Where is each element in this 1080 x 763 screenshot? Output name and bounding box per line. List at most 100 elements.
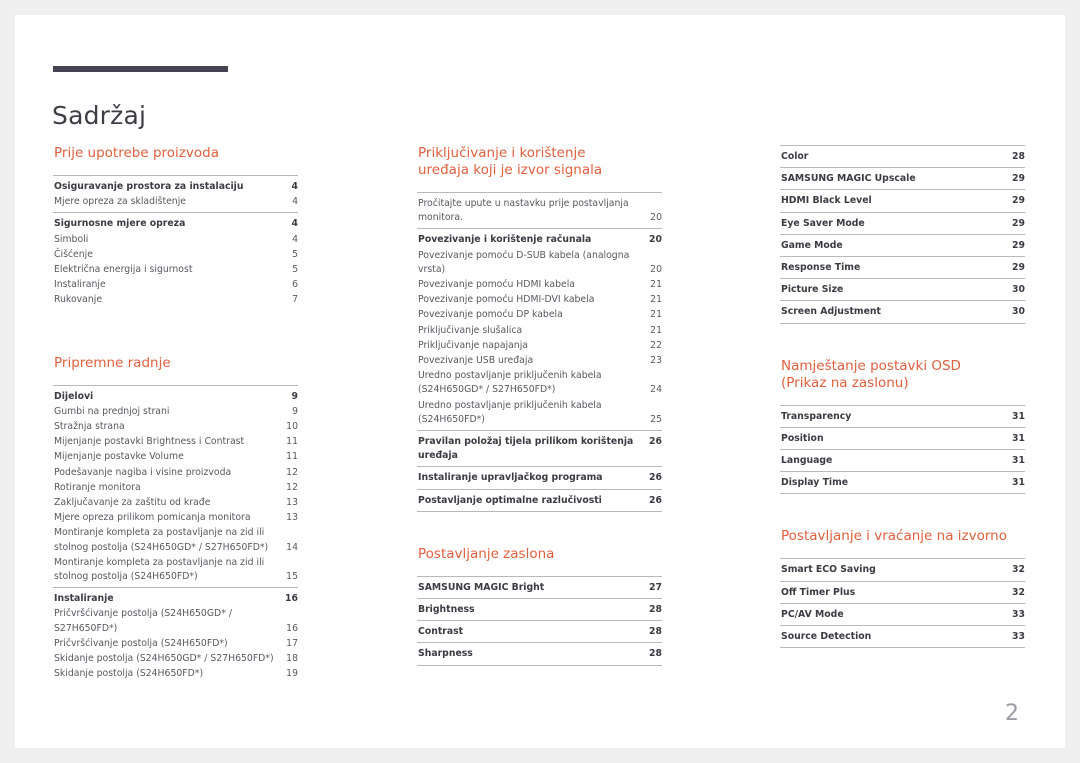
section-heading: Pripremne radnje — [54, 354, 171, 371]
toc-entry[interactable]: Pročitajte upute u nastavku prije postav… — [417, 196, 662, 225]
toc-entry[interactable]: SAMSUNG MAGIC Bright 27 — [417, 580, 662, 595]
toc-entry-page: 10 — [286, 421, 298, 433]
toc-entry[interactable]: Mjere opreza prilikom pomicanja monitora… — [53, 510, 298, 525]
toc-entry-page: 31 — [1012, 477, 1025, 489]
toc-entry[interactable]: Postavljanje optimalne razlučivosti 26 — [417, 493, 662, 508]
toc-entry[interactable]: Povezivanje pomoću D-SUB kabela (analogn… — [417, 248, 662, 277]
toc-entry[interactable]: Source Detection 33 — [780, 629, 1025, 644]
toc-entry[interactable]: Off Timer Plus 32 — [780, 585, 1025, 600]
toc-entry[interactable]: Instaliranje 6 — [53, 277, 298, 292]
toc-entry[interactable]: Električna energija i sigurnost 5 — [53, 262, 298, 277]
toc-entry-page: 6 — [292, 279, 298, 291]
toc-entry[interactable]: Mjere opreza za skladištenje 4 — [53, 194, 298, 209]
toc-entry[interactable]: Dijelovi 9 — [53, 389, 298, 404]
toc-entry[interactable]: Stražnja strana 10 — [53, 419, 298, 434]
toc-entry[interactable]: SAMSUNG MAGIC Upscale 29 — [780, 171, 1025, 186]
toc-entry-label: Transparency — [781, 410, 852, 422]
toc-group: Osiguravanje prostora za instalaciju 4 Mje… — [53, 175, 298, 212]
toc-entry-page: 5 — [292, 248, 298, 260]
toc-entry-label: Zaključavanje za zaštitu od krađe — [54, 497, 211, 509]
toc-entry[interactable]: Priključivanje slušalica 21 — [417, 323, 662, 338]
toc-entry[interactable]: Povezivanje i korištenje računala 20 — [417, 232, 662, 247]
toc-entry[interactable]: Pričvršćivanje postolja (S24H650GD* / S2… — [53, 606, 298, 635]
toc-entry[interactable]: Skidanje postolja (S24H650GD* / S27H650F… — [53, 651, 298, 666]
toc-entry-page: 21 — [650, 279, 662, 291]
toc-entry[interactable]: PC/AV Mode 33 — [780, 607, 1025, 622]
toc-entry-page: 26 — [649, 472, 662, 484]
toc-entry-page: 30 — [1012, 284, 1025, 296]
toc-group: Pročitajte upute u nastavku prije postav… — [417, 192, 662, 228]
toc-entry-page: 31 — [1012, 455, 1025, 467]
toc-entry-page: 26 — [649, 436, 662, 448]
toc-entry[interactable]: Eye Saver Mode 29 — [780, 216, 1025, 231]
toc-entry-label: Priključivanje slušalica — [418, 324, 523, 336]
toc-entry[interactable]: Position 31 — [780, 431, 1025, 446]
toc-entry-label: Povezivanje USB uređaja — [418, 355, 534, 367]
toc-entry[interactable]: Picture Size 30 — [780, 282, 1025, 297]
toc-entry[interactable]: Rukovanje 7 — [53, 292, 298, 307]
toc-entry[interactable]: Skidanje postolja (S24H650FD*) 19 — [53, 666, 298, 681]
toc-entry-page: 4 — [291, 218, 298, 230]
toc-entry[interactable]: Povezivanje pomoću HDMI-DVI kabela 21 — [417, 292, 662, 307]
toc-entry-page: 23 — [650, 355, 662, 367]
toc-entry-label: Off Timer Plus — [781, 586, 856, 598]
toc-group: Position 31 — [780, 426, 1025, 449]
toc-group: Sharpness 28 — [417, 642, 662, 666]
toc-entry[interactable]: HDMI Black Level 29 — [780, 193, 1025, 208]
toc-group: Color 28 — [780, 145, 1025, 167]
toc-entry-label: Povezivanje pomoću DP kabela — [418, 309, 563, 321]
toc-entry-page: 29 — [1012, 262, 1025, 274]
toc-entry[interactable]: Smart ECO Saving 32 — [780, 562, 1025, 577]
toc-entry[interactable]: Mijenjanje postavki Brightness i Contras… — [53, 434, 298, 449]
toc-entry[interactable]: Mijenjanje postavke Volume 11 — [53, 449, 298, 464]
toc-entry[interactable]: Montiranje kompleta za postavljanje na z… — [53, 525, 298, 554]
toc-entry-page: 22 — [650, 339, 662, 351]
column-middle: Priključivanje i korištenje uređaja koji… — [417, 145, 662, 684]
toc-entry[interactable]: Simboli 4 — [53, 232, 298, 247]
toc-entry[interactable]: Color 28 — [780, 149, 1025, 164]
toc-entry-label: Povezivanje pomoću HDMI-DVI kabela — [418, 294, 595, 306]
toc-entry-label: Električna energija i sigurnost — [54, 264, 193, 276]
toc-entry[interactable]: Contrast 28 — [417, 624, 662, 639]
toc-entry[interactable]: Transparency 31 — [780, 409, 1025, 424]
toc-entry-page: 16 — [286, 622, 298, 634]
toc-entry-page: 19 — [286, 668, 298, 680]
toc-entry[interactable]: Response Time 29 — [780, 260, 1025, 275]
toc-entry[interactable]: Zaključavanje za zaštitu od krađe 13 — [53, 495, 298, 510]
toc-entry[interactable]: Povezivanje pomoću HDMI kabela 21 — [417, 277, 662, 292]
toc-entry[interactable]: Čišćenje 5 — [53, 247, 298, 262]
toc-entry-label: Instaliranje — [54, 279, 106, 291]
toc-entry[interactable]: Instaliranje upravljačkog programa 26 — [417, 470, 662, 485]
toc-entry[interactable]: Game Mode 29 — [780, 238, 1025, 253]
toc-entry[interactable]: Uredno postavljanje priključenih kabela … — [417, 398, 662, 427]
toc-entry[interactable]: Rotiranje monitora 12 — [53, 480, 298, 495]
toc-group: Response Time 29 — [780, 256, 1025, 278]
toc-entry[interactable]: Instaliranje 16 — [53, 591, 298, 606]
toc-entry-page: 20 — [650, 263, 662, 275]
toc-entry[interactable]: Pričvršćivanje postolja (S24H650FD*) 17 — [53, 636, 298, 651]
toc-entry-page: 26 — [649, 494, 662, 506]
toc-group: SAMSUNG MAGIC Bright 27 — [417, 575, 662, 598]
toc-entry[interactable]: Podešavanje nagiba i visine proizvoda 12 — [53, 465, 298, 480]
toc-entry[interactable]: Uredno postavljanje priključenih kabela … — [417, 368, 662, 397]
section-heading: Namještanje postavki OSD (Prikaz na zasl… — [781, 357, 961, 391]
toc-entry[interactable]: Language 31 — [780, 453, 1025, 468]
toc-entry[interactable]: Sharpness 28 — [417, 646, 662, 661]
toc-entry[interactable]: Montiranje kompleta za postavljanje na z… — [53, 555, 298, 584]
toc-entry-label: Skidanje postolja (S24H650GD* / S27H650F… — [54, 653, 274, 665]
toc-entry[interactable]: Priključivanje napajanja 22 — [417, 338, 662, 353]
toc-entry[interactable]: Povezivanje USB uređaja 23 — [417, 353, 662, 368]
toc-entry[interactable]: Sigurnosne mjere opreza 4 — [53, 216, 298, 231]
toc-entry[interactable]: Screen Adjustment 30 — [780, 304, 1025, 319]
toc-entry[interactable]: Osiguravanje prostora za instalaciju 4 — [53, 179, 298, 194]
toc-entry-page: 32 — [1012, 586, 1025, 598]
toc-entry[interactable]: Pravilan položaj tijela prilikom korište… — [417, 434, 662, 463]
toc-entry[interactable]: Gumbi na prednjoj strani 9 — [53, 404, 298, 419]
toc-entry[interactable]: Povezivanje pomoću DP kabela 21 — [417, 307, 662, 322]
toc-entry[interactable]: Brightness 28 — [417, 602, 662, 617]
toc-entry-page: 21 — [650, 309, 662, 321]
toc-entry-label: Osiguravanje prostora za instalaciju — [54, 181, 244, 192]
toc-entry[interactable]: Display Time 31 — [780, 475, 1025, 490]
toc-entry-label: Color — [781, 151, 809, 162]
toc-group: Smart ECO Saving 32 — [780, 558, 1025, 580]
